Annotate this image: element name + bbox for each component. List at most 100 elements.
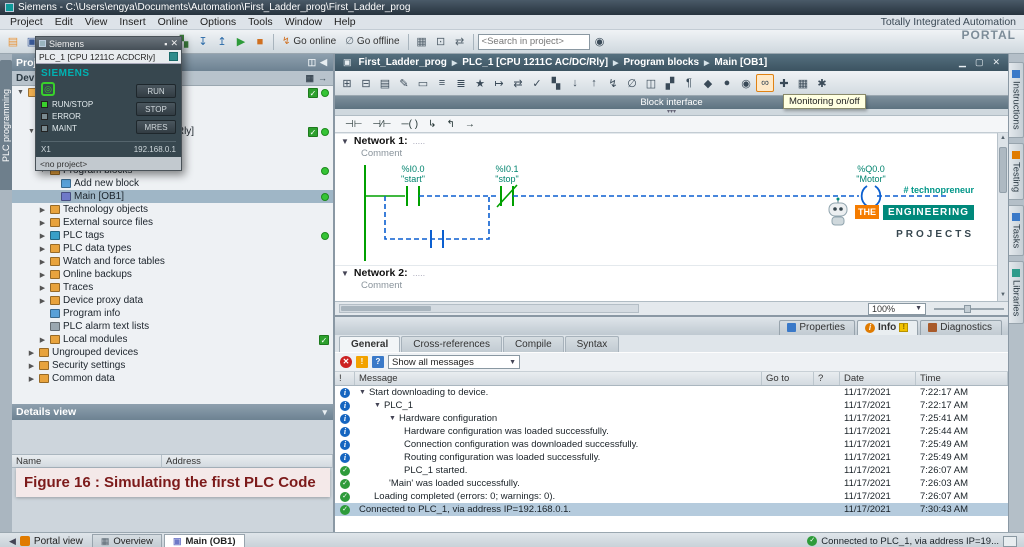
search-project-icon[interactable]: ◉ — [591, 33, 609, 51]
expander-open-icon[interactable]: ▼ — [374, 402, 381, 409]
breadcrumb-item-plc-1-cpu-1211c-ac-dc-rly[interactable]: PLC_1 [CPU 1211C AC/DC/Rly] — [462, 57, 608, 68]
compare-icon[interactable]: ⇄ — [509, 74, 527, 92]
plcsim-title-bar[interactable]: Siemens ▪ ✕ — [36, 37, 181, 50]
breadcrumb-item-program-blocks[interactable]: Program blocks — [623, 57, 699, 68]
absolute-symbolic-icon[interactable]: ▞ — [661, 74, 679, 92]
breadcrumb-item-main-ob1[interactable]: Main [OB1] — [714, 57, 767, 68]
comments-icon[interactable]: ¶ — [680, 74, 698, 92]
filter-errors-icon[interactable]: ✕ — [340, 356, 352, 368]
insert-network-icon[interactable]: ⊞ — [338, 74, 356, 92]
goto-icon[interactable]: ↦ — [490, 74, 508, 92]
tree-item-add-new-block[interactable]: Add new block — [12, 177, 333, 190]
upload-block-icon[interactable]: ↑ — [585, 74, 603, 92]
modify-value-icon[interactable]: ✚ — [775, 74, 793, 92]
go-online-button[interactable]: ↯ Go online — [278, 36, 340, 47]
tree-item-common-data[interactable]: ▶ Common data — [12, 372, 333, 385]
contact-start-address[interactable]: %I0.0 — [401, 164, 424, 174]
scrollbar-thumb[interactable] — [341, 306, 431, 311]
mres-button[interactable]: MRES — [136, 120, 176, 134]
expander-closed-icon[interactable]: ▶ — [38, 245, 47, 253]
scroll-down-icon[interactable]: ▼ — [998, 290, 1008, 301]
scroll-up-icon[interactable]: ▲ — [998, 133, 1008, 144]
favorite-instruction-3[interactable]: ↳ — [428, 119, 436, 130]
online-tools-icon[interactable]: ▦ — [413, 33, 431, 51]
expander-open-icon[interactable]: ▼ — [359, 389, 366, 396]
col-goto[interactable]: Go to — [762, 372, 814, 385]
monitoring-onoff-icon[interactable]: ∞ — [756, 74, 774, 92]
message-row[interactable]: i Hardware configuration was loaded succe… — [335, 425, 1008, 438]
tree-item-technology-objects[interactable]: ▶ Technology objects — [12, 203, 333, 216]
tab-testing[interactable]: Testing — [1009, 142, 1024, 200]
message-row[interactable]: ✓ 'Main' was loaded successfully. 11/17/20… — [335, 477, 1008, 490]
empty-box-icon[interactable]: ▭ — [414, 74, 432, 92]
zoom-select[interactable]: 100% ▼ — [868, 302, 926, 315]
expander-closed-icon[interactable]: ▶ — [27, 375, 36, 383]
dock-panel-icon[interactable]: ◫ — [306, 57, 319, 68]
message-row[interactable]: ✓ Loading completed (errors: 0; warnings:… — [335, 490, 1008, 503]
tree-item-watch-and-force-tables[interactable]: ▶ Watch and force tables — [12, 255, 333, 268]
favorite-instruction-2[interactable]: ─( ) — [402, 119, 419, 130]
download-block-icon[interactable]: ↓ — [566, 74, 584, 92]
network-1-header[interactable]: ▼ Network 1: ..... — [335, 133, 1008, 148]
expander-closed-icon[interactable]: ▶ — [38, 258, 47, 266]
col-message[interactable]: Message — [355, 372, 762, 385]
close-all-networks-icon[interactable]: ≣ — [452, 74, 470, 92]
open-all-networks-icon[interactable]: ≡ — [433, 74, 451, 92]
menu-item-window[interactable]: Window — [279, 16, 328, 28]
zoom-slider[interactable] — [934, 304, 1004, 313]
tree-item-main-ob1[interactable]: Main [OB1] — [12, 190, 333, 203]
consistency-check-icon[interactable]: ✓ — [528, 74, 546, 92]
message-row[interactable]: ✓ PLC_1 started. 11/17/2021 7:26:07 AM — [335, 464, 1008, 477]
collapse-panel-icon[interactable]: ◀ — [318, 57, 329, 68]
col-help[interactable]: ? — [814, 372, 840, 385]
expander-closed-icon[interactable]: ▶ — [27, 362, 36, 370]
compile-block-icon[interactable]: ▚ — [547, 74, 565, 92]
power-button[interactable]: ◎ — [41, 82, 55, 96]
go-offline-icon[interactable]: ∅ — [623, 74, 641, 92]
favorite-instruction-1[interactable]: ⊣∕⊢ — [372, 119, 391, 130]
favorites-icon[interactable]: ★ — [471, 74, 489, 92]
menu-item-project[interactable]: Project — [4, 16, 49, 28]
editor-options-icon[interactable]: ✱ — [813, 74, 831, 92]
message-filter-select[interactable]: Show all messages ▼ — [388, 355, 520, 369]
tab-diagnostics[interactable]: Diagnostics — [920, 320, 1002, 335]
snapshot-icon[interactable]: ▦ — [794, 74, 812, 92]
col-date[interactable]: Date — [840, 372, 916, 385]
ladder-horizontal-scrollbar[interactable] — [339, 304, 639, 313]
breadcrumb-item-first-ladder-prog[interactable]: First_Ladder_prog — [359, 57, 447, 68]
details-col-address[interactable]: Address — [162, 455, 333, 468]
editor-restore-icon[interactable]: ▢ — [973, 57, 986, 68]
status-display-icon[interactable]: ● — [718, 74, 736, 92]
expander-closed-icon[interactable]: ▶ — [38, 219, 47, 227]
tree-item-plc-alarm-text-lists[interactable]: PLC alarm text lists — [12, 320, 333, 333]
network-1-comment[interactable]: Comment — [335, 148, 1008, 161]
details-col-name[interactable]: Name — [12, 455, 162, 468]
device-badge-icon[interactable] — [169, 52, 178, 61]
network-2-header[interactable]: ▼ Network 2: ..... — [335, 265, 1008, 280]
menu-item-online[interactable]: Online — [152, 16, 194, 28]
stop-cpu-icon[interactable]: ■ — [251, 33, 269, 51]
subtab-compile[interactable]: Compile — [502, 336, 564, 352]
contact-start-name[interactable]: "start" — [401, 174, 425, 184]
tree-item-ungrouped-devices[interactable]: ▶ Ungrouped devices — [12, 346, 333, 359]
tree-item-plc-tags[interactable]: ▶ PLC tags — [12, 229, 333, 242]
message-row[interactable]: i ▼ PLC_1 11/17/2021 7:22:17 AM — [335, 399, 1008, 412]
contact-stop-name[interactable]: "stop" — [495, 174, 518, 184]
pin-window-icon[interactable]: ▪ — [164, 39, 167, 49]
tree-item-plc-data-types[interactable]: ▶ PLC data types — [12, 242, 333, 255]
ladder-vertical-scrollbar[interactable]: ▲ ▼ — [997, 133, 1008, 301]
stop-button[interactable]: STOP — [136, 102, 176, 116]
breakpoint-icon[interactable]: ◉ — [737, 74, 755, 92]
close-icon[interactable]: ✕ — [170, 38, 178, 49]
expander-open-icon[interactable]: ▼ — [389, 415, 396, 422]
run-button[interactable]: RUN — [136, 84, 176, 98]
cross-reference-icon[interactable]: ⇄ — [451, 33, 469, 51]
go-offline-button[interactable]: ∅ Go offline — [341, 36, 403, 47]
menu-item-edit[interactable]: Edit — [49, 16, 79, 28]
statusbar-tab-main-ob1[interactable]: ▣ Main (OB1) — [163, 533, 245, 547]
expander-open-icon[interactable]: ▼ — [16, 89, 25, 96]
expander-closed-icon[interactable]: ▶ — [38, 271, 47, 279]
favorite-instruction-5[interactable]: → — [465, 119, 475, 130]
menu-item-help[interactable]: Help — [328, 16, 362, 28]
expander-closed-icon[interactable]: ▶ — [38, 232, 47, 240]
